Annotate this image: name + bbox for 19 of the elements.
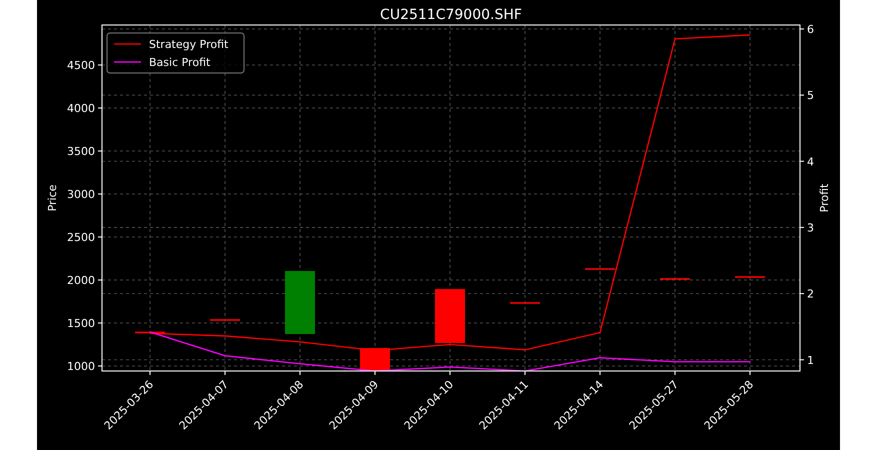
tick-label: 3500	[67, 145, 95, 158]
tick-label: 1000	[67, 360, 95, 373]
legend-label: Basic Profit	[149, 56, 210, 69]
tick-label: 2000	[67, 274, 95, 287]
tick-label: 1500	[67, 317, 95, 330]
tick-label: 2500	[67, 231, 95, 244]
tick-label: 2	[807, 288, 814, 301]
axis-label: Profit	[818, 184, 831, 212]
tick-label: 4000	[67, 102, 95, 115]
tick-label: 3	[807, 221, 814, 234]
chart-title: CU2511C79000.SHF	[380, 7, 522, 23]
tick-label: 4	[807, 155, 814, 168]
axis-label: Price	[46, 184, 59, 212]
tick-label: 5	[807, 89, 814, 102]
tick-label: 3000	[67, 188, 95, 201]
tick-label: 4500	[67, 59, 95, 72]
tick-label: 1	[807, 354, 814, 367]
tick-label: 6	[807, 22, 814, 36]
legend-label: Strategy Profit	[149, 38, 228, 51]
